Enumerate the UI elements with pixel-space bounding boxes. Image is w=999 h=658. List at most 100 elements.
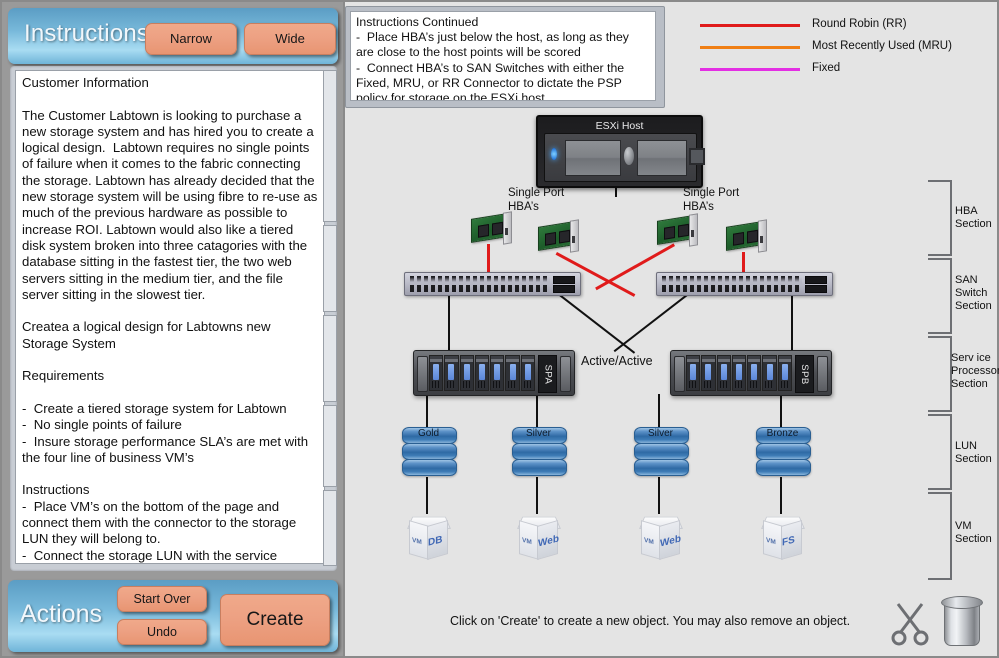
scissors-icon[interactable] (890, 600, 930, 646)
trash-icon[interactable] (941, 594, 983, 646)
connector-rr[interactable] (487, 244, 490, 274)
hba-card[interactable] (538, 219, 582, 253)
legend-label-fixed: Fixed (812, 62, 841, 74)
start-over-button[interactable]: Start Over (117, 586, 207, 612)
lun-disc (756, 459, 811, 476)
connector-lun-vm[interactable] (426, 477, 428, 514)
drive-icon (762, 355, 777, 391)
scroll-segment[interactable] (323, 315, 337, 402)
vm-db[interactable]: VM DB (405, 514, 451, 561)
vm-web-2[interactable]: VM Web (637, 514, 683, 561)
scroll-segment[interactable] (323, 225, 337, 312)
lun-gold[interactable]: Gold (402, 427, 457, 477)
sp-drive-bays (429, 355, 535, 391)
drive-icon (490, 355, 505, 391)
hba-chip-icon (492, 221, 503, 236)
trash-lid (941, 596, 983, 609)
vm-fs[interactable]: VM FS (759, 514, 805, 561)
hba-pcb (538, 221, 574, 251)
lun-label: Silver (647, 428, 673, 439)
switch-ports-icon (662, 276, 802, 292)
hba-chip-icon (733, 232, 744, 246)
legend-line-fixed (700, 68, 800, 71)
lun-disc (756, 443, 811, 460)
connector-sp-lun[interactable] (658, 394, 660, 427)
legend-label-mru: Most Recently Used (MRU) (812, 40, 952, 52)
connector-rr[interactable] (742, 252, 745, 274)
scroll-segment[interactable] (323, 490, 337, 566)
bracket-san-switch (928, 258, 952, 334)
lun-disc (634, 443, 689, 460)
legend-item-rr: Round Robin (RR) (700, 16, 990, 34)
drive-icon (505, 355, 520, 391)
scroll-segment[interactable] (323, 70, 337, 222)
drive-icon (747, 355, 762, 391)
esxi-button-icon (689, 148, 705, 165)
storage-processor-b[interactable]: SPB (670, 350, 832, 396)
hba-card[interactable] (657, 213, 701, 247)
legend-line-mru (700, 46, 800, 49)
lun-disc (512, 443, 567, 460)
wide-button[interactable]: Wide (244, 23, 336, 55)
instructions-body: Customer Information The Customer Labtow… (10, 66, 337, 571)
legend-item-mru: Most Recently Used (MRU) (700, 38, 990, 56)
connector-switch-spb[interactable] (791, 294, 793, 350)
legend-line-rr (700, 24, 800, 27)
hba-pcb (657, 215, 693, 245)
lun-silver-1[interactable]: Silver (512, 427, 567, 477)
drive-icon (520, 355, 535, 391)
sp-ear (417, 356, 428, 392)
legend-label-rr: Round Robin (RR) (812, 18, 907, 30)
create-button[interactable]: Create (220, 594, 330, 646)
connector-lun-vm[interactable] (780, 477, 782, 514)
drive-icon (474, 355, 490, 391)
sp-tag-spa: SPA (538, 355, 557, 393)
section-label-san-switch: SAN Switch Section (955, 274, 992, 312)
drive-icon (777, 355, 792, 391)
instructions-scrollbar[interactable] (323, 70, 337, 566)
connector-lun-vm[interactable] (658, 477, 660, 514)
san-switch-left[interactable] (404, 272, 581, 296)
scroll-segment[interactable] (323, 405, 337, 487)
legend-item-fixed: Fixed (700, 60, 990, 78)
esxi-host[interactable]: ESXi Host (536, 115, 705, 188)
connector-lun-vm[interactable] (536, 477, 538, 514)
hba-port-icon (572, 236, 575, 243)
narrow-button[interactable]: Narrow (145, 23, 237, 55)
section-label-service-processor: Serv ice Processor Section (951, 352, 999, 390)
vm-web-1[interactable]: VM Web (515, 514, 561, 561)
esxi-bay (565, 140, 621, 176)
instructions-text: Customer Information The Customer Labtow… (15, 70, 325, 564)
lun-disc (402, 443, 457, 460)
instructions-continued-text: Instructions Continued - Place HBA’s jus… (350, 11, 656, 101)
storage-processor-a[interactable]: SPA (413, 350, 575, 396)
lun-disc (402, 459, 457, 476)
switch-uplink-icon (553, 276, 575, 284)
san-switch-right[interactable] (656, 272, 833, 296)
hba-port-icon (760, 236, 763, 243)
lun-label: Bronze (766, 428, 799, 439)
power-led-icon (551, 148, 557, 160)
section-label-vm: VM Section (955, 520, 992, 545)
connector-sp-lun[interactable] (536, 394, 538, 427)
connector-sp-lun[interactable] (780, 394, 782, 427)
connector-switch-spa[interactable] (448, 294, 450, 350)
switch-ports-icon (410, 276, 550, 292)
connector-switch-spa[interactable] (613, 292, 690, 352)
hba-pcb (726, 221, 762, 251)
drive-icon (444, 355, 459, 391)
hba-card[interactable] (471, 211, 515, 245)
hba-card[interactable] (726, 219, 770, 253)
lun-silver-2[interactable]: Silver (634, 427, 689, 477)
hba-port-icon (691, 230, 694, 237)
lun-bronze[interactable]: Bronze (756, 427, 811, 477)
drive-icon (429, 355, 444, 391)
lun-label: Silver (525, 428, 551, 439)
sp-drive-bays (686, 355, 792, 391)
undo-button[interactable]: Undo (117, 619, 207, 645)
instructions-title: Instructions (24, 20, 150, 47)
bottom-hint-text: Click on 'Create' to create a new object… (450, 614, 851, 628)
connector-sp-lun[interactable] (426, 394, 428, 427)
hba-chip-icon (664, 226, 675, 240)
design-canvas[interactable]: Instructions Continued - Place HBA’s jus… (345, 2, 999, 656)
